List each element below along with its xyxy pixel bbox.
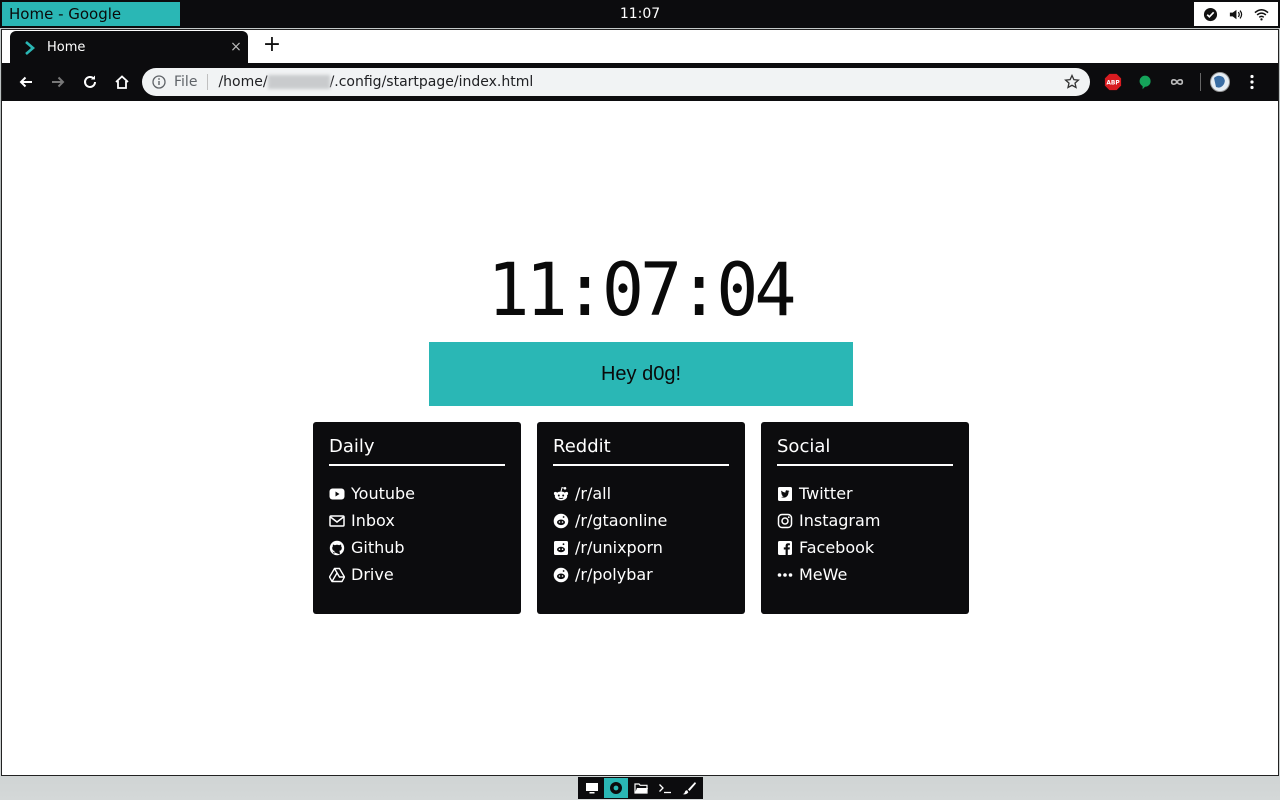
google-drive-icon: [329, 567, 345, 583]
link-label: Drive: [351, 565, 394, 584]
toolbar-divider: [1200, 73, 1201, 91]
tab-close-button[interactable]: ×: [224, 39, 248, 55]
extensions-area: ABP: [1102, 71, 1273, 93]
system-top-bar: Home - Google Chrome 11:07: [0, 0, 1280, 47]
arrow-left-icon: [19, 76, 32, 88]
chevron-right-icon: [23, 40, 37, 55]
link-label: Instagram: [799, 511, 881, 530]
reddit-square-icon: [553, 540, 569, 556]
chrome-icon[interactable]: [604, 778, 629, 798]
link-mewe[interactable]: MeWe: [777, 561, 953, 588]
link-drive[interactable]: Drive: [329, 561, 505, 588]
card-daily: Daily Youtube Inbox Github Drive: [313, 422, 521, 614]
card-title: Daily: [329, 436, 505, 466]
link-r-gtaonline[interactable]: /r/gtaonline: [553, 507, 729, 534]
check-circle-icon[interactable]: [1203, 7, 1218, 22]
bookmark-star-icon[interactable]: [1064, 73, 1080, 90]
home-button[interactable]: [106, 66, 138, 98]
new-tab-button[interactable]: +: [260, 34, 284, 58]
folder-icon[interactable]: [628, 778, 652, 798]
bottom-dock: [578, 777, 703, 799]
instagram-icon: [777, 513, 793, 529]
link-twitter[interactable]: Twitter: [777, 480, 953, 507]
tab-label: Home: [47, 39, 86, 55]
envelope-icon: [329, 513, 345, 529]
card-title: Social: [777, 436, 953, 466]
link-label: /r/gtaonline: [575, 511, 668, 530]
profile-avatar-icon[interactable]: [1209, 71, 1231, 93]
link-label: Github: [351, 538, 405, 557]
reload-icon: [84, 75, 96, 88]
link-facebook[interactable]: Facebook: [777, 534, 953, 561]
link-label: /r/unixporn: [575, 538, 663, 557]
terminal-icon[interactable]: [653, 778, 677, 798]
forward-button[interactable]: [42, 66, 74, 98]
link-label: Facebook: [799, 538, 875, 557]
address-bar[interactable]: File /home/ /.config/startpage/index.html: [142, 68, 1090, 96]
card-reddit: Reddit /r/all /r/gtaonline /r/unixporn /…: [537, 422, 745, 614]
youtube-icon: [329, 486, 345, 502]
display-icon[interactable]: [580, 778, 604, 798]
back-button[interactable]: [10, 66, 42, 98]
link-label: Youtube: [351, 484, 415, 503]
link-github[interactable]: Github: [329, 534, 505, 561]
url-scheme: File: [174, 74, 198, 90]
link-label: /r/polybar: [575, 565, 653, 584]
infinity-icon[interactable]: [1166, 71, 1188, 93]
ellipsis-icon: [777, 567, 793, 583]
grammarly-icon[interactable]: [1134, 71, 1156, 93]
svg-text:ABP: ABP: [1106, 81, 1120, 87]
browser-toolbar: File /home/ /.config/startpage/index.html…: [2, 63, 1278, 101]
system-tray: [1194, 2, 1278, 26]
volume-icon[interactable]: [1228, 7, 1243, 22]
redacted-username: [267, 75, 330, 89]
greeting-banner: Hey d0g!: [429, 342, 853, 406]
url-suffix: /.config/startpage/index.html: [329, 74, 534, 90]
link-label: Inbox: [351, 511, 395, 530]
link-r-all[interactable]: /r/all: [553, 480, 729, 507]
facebook-square-icon: [777, 540, 793, 556]
reddit-icon: [553, 513, 569, 529]
github-icon: [329, 540, 345, 556]
link-inbox[interactable]: Inbox: [329, 507, 505, 534]
arrow-right-icon: [52, 76, 65, 88]
info-icon[interactable]: [152, 75, 166, 89]
link-label: Twitter: [799, 484, 853, 503]
twitter-square-icon: [777, 486, 793, 502]
tab-strip: Home × +: [2, 30, 1278, 63]
omnibox-divider: [207, 74, 209, 90]
system-clock: 11:07: [619, 6, 661, 22]
home-icon: [115, 75, 129, 89]
browser-window: Home × + File /home/ /.config/startpage/i…: [1, 29, 1279, 776]
link-r-unixporn[interactable]: /r/unixporn: [553, 534, 729, 561]
link-youtube[interactable]: Youtube: [329, 480, 505, 507]
startpage: 11:07:04 Hey d0g! Daily Youtube Inbox Gi…: [2, 101, 1278, 775]
adblock-plus-icon[interactable]: ABP: [1102, 71, 1124, 93]
reload-button[interactable]: [74, 66, 106, 98]
card-title: Reddit: [553, 436, 729, 466]
card-social: Social Twitter Instagram Facebook MeWe: [761, 422, 969, 614]
active-window-title[interactable]: Home - Google Chrome: [2, 2, 180, 47]
link-label: MeWe: [799, 565, 848, 584]
reddit-icon: [553, 567, 569, 583]
link-r-polybar[interactable]: /r/polybar: [553, 561, 729, 588]
link-label: /r/all: [575, 484, 612, 503]
wifi-icon[interactable]: [1254, 7, 1269, 22]
reddit-alien-icon: [553, 486, 569, 502]
url-prefix: /home/: [218, 74, 268, 90]
link-instagram[interactable]: Instagram: [777, 507, 953, 534]
page-clock: 11:07:04: [487, 246, 796, 334]
menu-kebab-icon[interactable]: [1241, 71, 1263, 93]
tab-home[interactable]: Home ×: [10, 31, 248, 63]
brush-icon[interactable]: [677, 778, 701, 798]
